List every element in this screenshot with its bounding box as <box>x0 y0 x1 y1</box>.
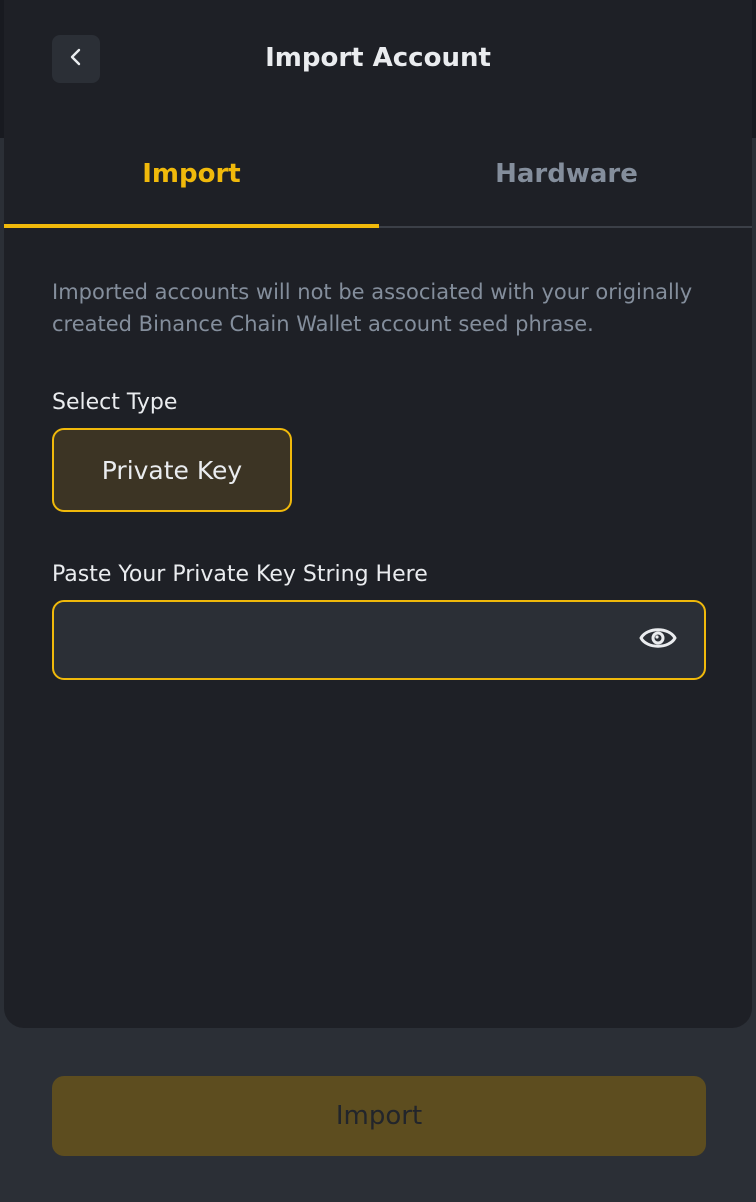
eye-icon <box>639 624 677 656</box>
header: Import Account <box>4 0 752 122</box>
import-notice: Imported accounts will not be associated… <box>52 280 693 336</box>
active-tab-indicator <box>4 224 379 228</box>
private-key-input[interactable] <box>74 602 624 678</box>
toggle-visibility-button[interactable] <box>638 620 678 660</box>
import-button[interactable]: Import <box>52 1076 706 1156</box>
select-type-label: Select Type <box>52 390 178 415</box>
tab-import[interactable]: Import <box>4 122 379 226</box>
tab-hardware[interactable]: Hardware <box>379 122 754 226</box>
tab-bar: Import Hardware <box>4 122 752 228</box>
private-key-field <box>52 600 706 680</box>
import-account-sheet: Import Account Import Hardware Imported … <box>4 0 752 1028</box>
private-key-label: Paste Your Private Key String Here <box>52 562 428 587</box>
page-title: Import Account <box>265 43 491 73</box>
private-key-type-button[interactable]: Private Key <box>52 428 292 512</box>
